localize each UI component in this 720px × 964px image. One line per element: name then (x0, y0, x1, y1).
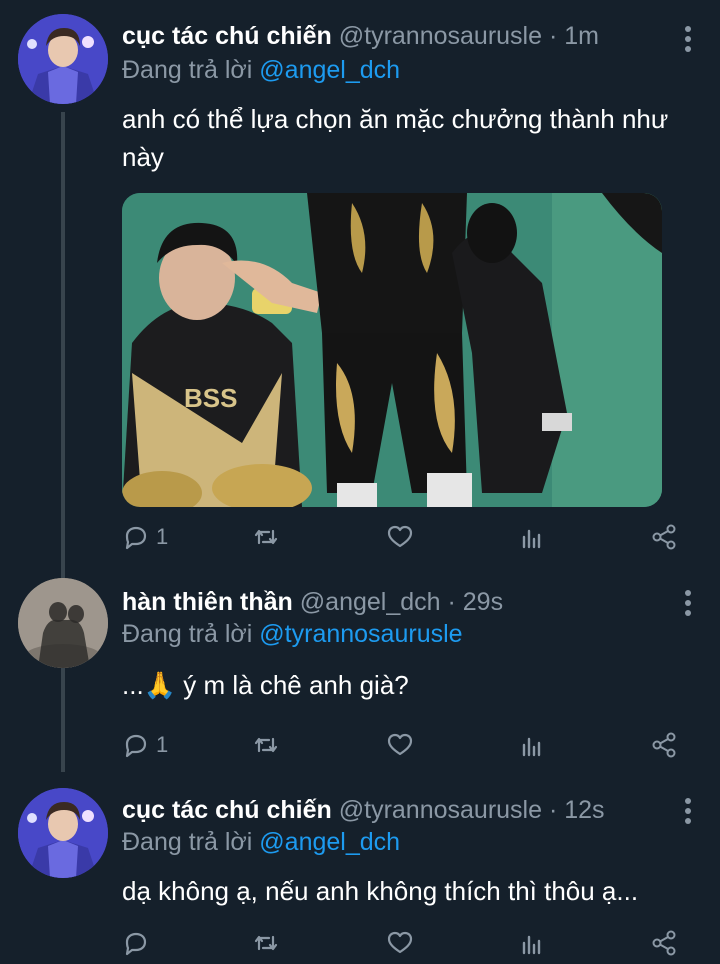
like-button[interactable] (386, 926, 414, 960)
retweet-icon (254, 737, 278, 753)
share-button[interactable] (650, 520, 678, 554)
replying-to: Đang trả lời @angel_dch (122, 56, 400, 85)
retweet-icon (254, 529, 278, 545)
timestamp[interactable]: 12s (564, 796, 604, 824)
tweet-actions: 1 (122, 728, 692, 762)
timestamp[interactable]: 29s (463, 588, 503, 616)
tweet-text: anh có thể lựa chọn ăn mặc chưởng thành … (122, 104, 669, 172)
separator-dot: · (548, 22, 558, 50)
avatar[interactable] (18, 788, 108, 878)
replying-to: Đang trả lời @angel_dch (122, 828, 400, 857)
display-name[interactable]: cục tác chú chiến (122, 22, 332, 50)
tweet[interactable]: cục tác chú chiến @tyrannosaurusle · 1m … (0, 0, 720, 560)
replying-to-label: Đang trả lời (122, 56, 253, 84)
tweet-text: dạ không ạ, nếu anh không thích thì thôu… (122, 876, 639, 906)
replying-to: Đang trả lời @tyrannosaurusle (122, 620, 463, 649)
reply-button[interactable]: 1 (122, 728, 168, 762)
avatar[interactable] (18, 578, 108, 668)
user-handle[interactable]: @angel_dch (300, 588, 441, 616)
jersey-text: BSS (184, 383, 237, 413)
reply-icon (125, 932, 147, 956)
retweet-button[interactable] (252, 728, 280, 762)
user-handle[interactable]: @tyrannosaurusle (339, 22, 542, 50)
like-icon (387, 733, 413, 756)
reply-count: 1 (156, 732, 169, 757)
more-icon[interactable] (684, 798, 692, 828)
tweet-header: hàn thiên thần @angel_dch · 29s (122, 588, 503, 617)
reply-mention-link[interactable]: @angel_dch (259, 56, 400, 84)
retweet-icon (254, 935, 278, 951)
tweet[interactable]: cục tác chú chiến @tyrannosaurusle · 12s… (0, 770, 720, 964)
analytics-button[interactable] (518, 728, 546, 762)
reply-icon (125, 734, 147, 758)
retweet-button[interactable] (252, 926, 280, 960)
share-icon (652, 524, 676, 550)
display-name[interactable]: cục tác chú chiến (122, 796, 332, 824)
avatar[interactable] (18, 14, 108, 104)
tweet-media-image[interactable]: BSS (122, 193, 662, 507)
reply-mention-link[interactable]: @angel_dch (259, 828, 400, 856)
share-button[interactable] (650, 926, 678, 960)
user-handle[interactable]: @tyrannosaurusle (339, 796, 542, 824)
tweet-actions: 1 (122, 520, 692, 554)
analytics-button[interactable] (518, 520, 546, 554)
analytics-icon (522, 935, 541, 955)
replying-to-label: Đang trả lời (122, 620, 253, 648)
timestamp[interactable]: 1m (564, 22, 599, 50)
tweet-actions (122, 926, 692, 960)
tweet[interactable]: hàn thiên thần @angel_dch · 29s Đang trả… (0, 560, 720, 770)
replying-to-label: Đang trả lời (122, 828, 253, 856)
analytics-icon (522, 737, 541, 757)
reply-icon (125, 526, 147, 550)
separator-dot: · (447, 588, 456, 616)
reply-count: 1 (156, 524, 169, 549)
like-button[interactable] (386, 520, 414, 554)
like-icon (387, 525, 413, 548)
analytics-button[interactable] (518, 926, 546, 960)
more-icon[interactable] (684, 26, 692, 56)
display-name[interactable]: hàn thiên thần (122, 588, 293, 616)
tweet-header: cục tác chú chiến @tyrannosaurusle · 12s (122, 796, 605, 825)
reply-mention-link[interactable]: @tyrannosaurusle (259, 620, 462, 648)
like-icon (387, 931, 413, 954)
reply-button[interactable]: 1 (122, 520, 168, 554)
share-icon (652, 930, 676, 956)
share-button[interactable] (650, 728, 678, 762)
tweet-text: ...🙏 ý m là chê anh già? (122, 670, 409, 700)
analytics-icon (522, 529, 541, 549)
retweet-button[interactable] (252, 520, 280, 554)
more-icon[interactable] (684, 590, 692, 620)
share-icon (652, 732, 676, 758)
like-button[interactable] (386, 728, 414, 762)
reply-button[interactable] (122, 926, 156, 960)
tweet-header: cục tác chú chiến @tyrannosaurusle · 1m (122, 22, 599, 51)
separator-dot: · (548, 796, 558, 824)
